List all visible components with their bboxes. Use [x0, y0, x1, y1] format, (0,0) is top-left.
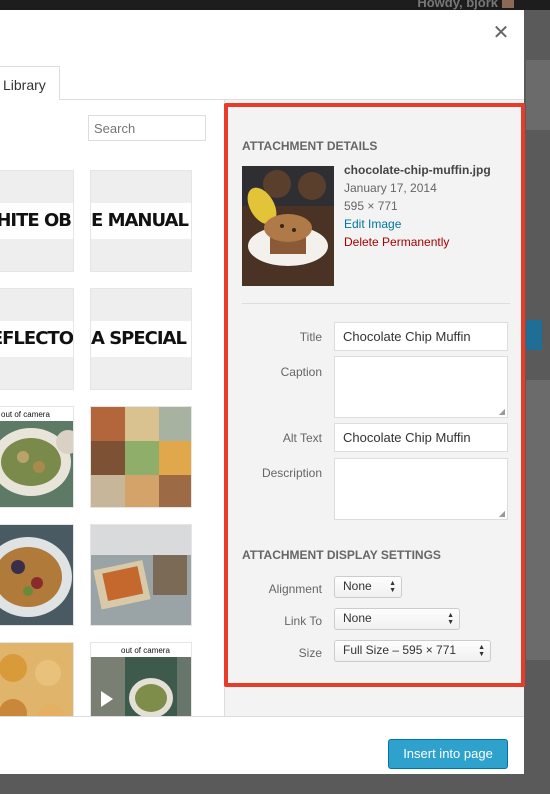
insert-into-page-button[interactable]: Insert into page [388, 739, 508, 769]
attachment-thumbnail[interactable]: A SPECIAL LI [90, 288, 192, 390]
attachment-thumbnail[interactable]: E MANUAL SE [90, 170, 192, 272]
thumbnail-text: WHITE OB [0, 203, 73, 239]
title-field[interactable]: Chocolate Chip Muffin [334, 322, 508, 351]
attachment-details-panel: Attachment Details chocolate-chip-muffin… [224, 100, 524, 716]
attachments-browser: WHITE OB E MANUAL SE REFLECTO A SPECIAL … [0, 100, 225, 716]
description-label: Description [261, 466, 322, 480]
link-to-value: None [343, 611, 372, 625]
select-arrows-icon: ▲ ▼ [447, 612, 454, 626]
description-field[interactable]: ◢ [334, 458, 508, 520]
admin-bar: Howdy, bjork [0, 0, 550, 10]
media-modal: ✕ Library WHITE OB E MANUAL SE REFLECTO … [0, 10, 525, 774]
attachment-thumbnail[interactable] [0, 524, 74, 626]
attachment-thumbnail-preview [242, 166, 334, 286]
food-photo [0, 643, 73, 716]
attachment-thumbnail[interactable]: WHITE OB [0, 170, 74, 272]
caption-label: Caption [280, 365, 322, 379]
close-icon[interactable]: ✕ [492, 23, 510, 43]
link-to-label: Link To [284, 614, 322, 628]
alignment-select[interactable]: None ▲ ▼ [334, 576, 402, 598]
resize-handle-icon[interactable]: ◢ [499, 407, 505, 416]
food-photo [0, 525, 73, 625]
food-photo [0, 421, 73, 507]
attachment-thumbnail[interactable]: out of camera [0, 406, 74, 508]
attachment-thumbnail[interactable]: REFLECTO [0, 288, 74, 390]
background-panel [526, 60, 550, 130]
tab-library[interactable]: Library [0, 66, 60, 101]
avatar[interactable] [502, 0, 514, 8]
display-settings-heading: Attachment Display Settings [242, 548, 441, 562]
attachment-dimensions: 595 × 771 [344, 199, 398, 213]
search-input[interactable] [88, 115, 206, 141]
link-to-select[interactable]: None ▲ ▼ [334, 608, 460, 630]
attachment-date: January 17, 2014 [344, 181, 437, 195]
attachment-filename: chocolate-chip-muffin.jpg [344, 163, 491, 177]
size-label: Size [298, 646, 322, 660]
size-value: Full Size – 595 × 771 [343, 643, 457, 657]
delete-permanently-link[interactable]: Delete Permanently [344, 235, 449, 249]
attachment-thumbnail[interactable]: out of camera [90, 642, 192, 716]
size-select[interactable]: Full Size – 595 × 771 ▲ ▼ [334, 640, 491, 662]
title-label: Title [299, 330, 322, 344]
background-panel [526, 380, 550, 660]
caption-field[interactable]: ◢ [334, 356, 508, 418]
muffin-photo [242, 166, 334, 286]
alignment-label: Alignment [268, 582, 322, 596]
select-arrows-icon: ▲ ▼ [389, 580, 396, 594]
background-button [526, 320, 542, 350]
user-greeting[interactable]: Howdy, bjork [417, 0, 498, 10]
edit-image-link[interactable]: Edit Image [344, 217, 401, 231]
divider [242, 303, 510, 304]
alignment-value: None [343, 579, 372, 593]
select-arrows-icon: ▲ ▼ [478, 644, 485, 658]
alt-text-field[interactable]: Chocolate Chip Muffin [334, 423, 508, 452]
thumbnail-text: E MANUAL SE [91, 203, 191, 239]
food-collage-photo [91, 407, 191, 507]
modal-toolbar: Insert into page [0, 716, 524, 774]
alt-text-label: Alt Text [282, 431, 322, 445]
attachment-details-heading: Attachment Details [242, 139, 378, 153]
resize-handle-icon[interactable]: ◢ [499, 509, 505, 518]
attachment-thumbnail[interactable] [90, 524, 192, 626]
food-photo [91, 525, 191, 625]
tab-label: Library [3, 77, 46, 93]
attachment-thumbnail[interactable] [0, 642, 74, 716]
thumbnail-text: REFLECTO [0, 321, 73, 357]
attachment-thumbnail[interactable] [90, 406, 192, 508]
food-photo [91, 657, 191, 716]
thumbnail-text: A SPECIAL LI [91, 321, 191, 357]
